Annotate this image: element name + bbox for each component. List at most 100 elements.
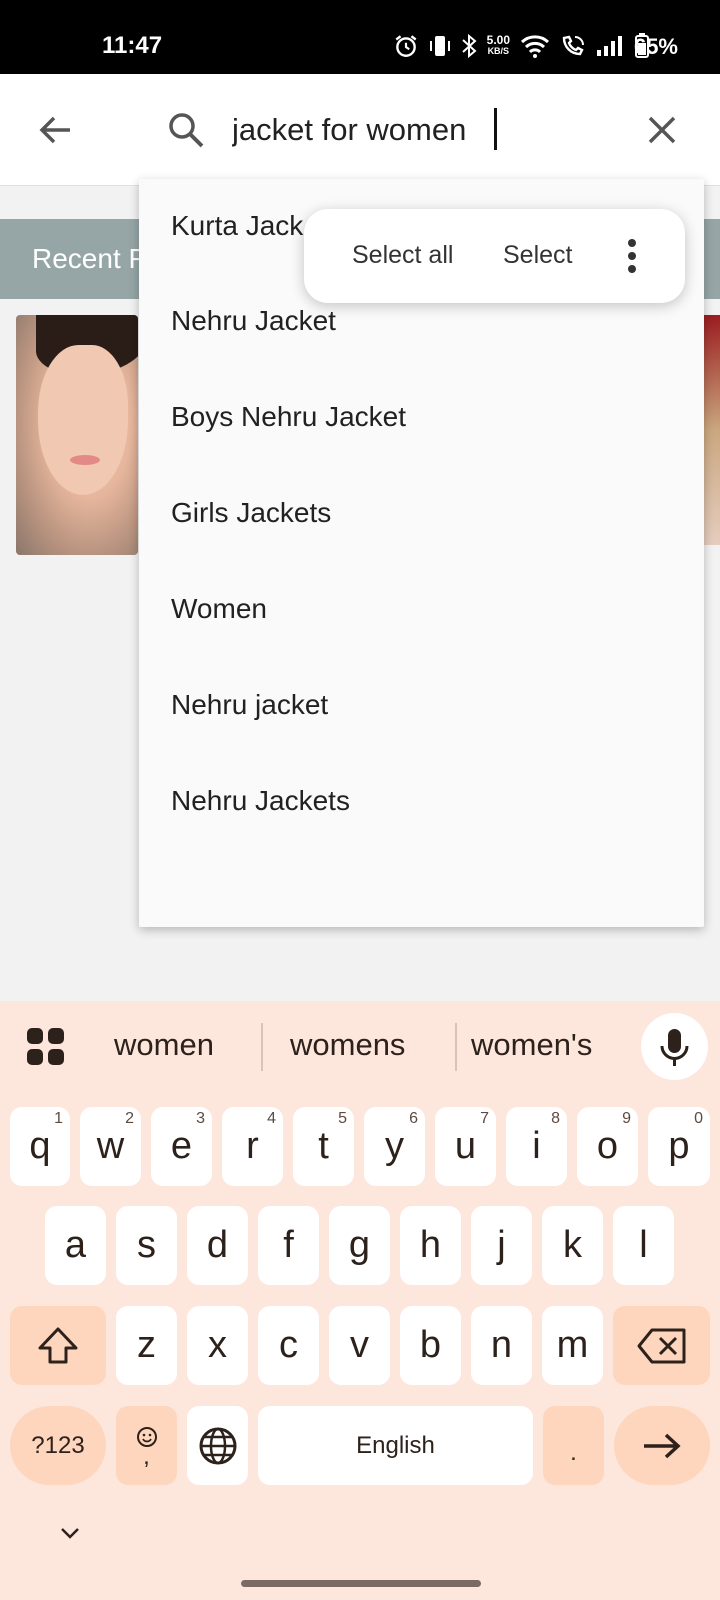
- select-button[interactable]: Select: [503, 241, 572, 270]
- space-key-label: English: [356, 1431, 435, 1459]
- keyboard-apps-icon[interactable]: [26, 1027, 66, 1067]
- status-time: 11:47: [102, 32, 163, 59]
- status-icons: 5.00 KB/S: [393, 33, 650, 59]
- shift-key[interactable]: [10, 1306, 106, 1385]
- symbols-key[interactable]: ?123: [10, 1406, 106, 1485]
- key-hint: 5: [338, 1110, 347, 1127]
- thumbnail-lips: [70, 455, 100, 465]
- key-label: o: [596, 1125, 619, 1167]
- key-label: i: [532, 1125, 541, 1167]
- backspace-key[interactable]: [613, 1306, 710, 1385]
- emoji-comma-key[interactable]: ,: [116, 1406, 177, 1485]
- recent-section-title: Recent F: [32, 243, 146, 274]
- key-i[interactable]: i8: [506, 1107, 567, 1186]
- key-g[interactable]: g: [329, 1206, 390, 1285]
- key-w[interactable]: w2: [80, 1107, 141, 1186]
- key-r[interactable]: r4: [222, 1107, 283, 1186]
- suggestion-item[interactable]: Nehru jacket: [171, 675, 328, 735]
- key-hint: 8: [551, 1110, 560, 1127]
- key-y[interactable]: y6: [364, 1107, 425, 1186]
- word-suggestion[interactable]: women: [114, 1027, 214, 1063]
- close-icon: [648, 116, 676, 144]
- key-u[interactable]: u7: [435, 1107, 496, 1186]
- bluetooth-icon: [461, 33, 477, 59]
- text-selection-toolbar: Select all Select: [304, 209, 685, 303]
- suggestion-item[interactable]: Nehru Jackets: [171, 771, 350, 831]
- voice-input-button[interactable]: [641, 1013, 708, 1080]
- battery-percent: 65%: [633, 34, 678, 59]
- back-button[interactable]: [34, 108, 78, 152]
- net-speed-value: 5.00: [486, 33, 510, 47]
- product-thumbnail[interactable]: [16, 315, 138, 555]
- text-cursor: [494, 108, 497, 150]
- key-hint: 4: [267, 1110, 276, 1127]
- search-bar: [0, 74, 720, 186]
- search-input[interactable]: [232, 104, 612, 156]
- net-speed: 5.00 KB/S: [486, 33, 510, 57]
- key-v[interactable]: v: [329, 1306, 390, 1385]
- key-label: r: [246, 1125, 259, 1167]
- suggestion-divider: [261, 1023, 263, 1071]
- suggestion-item[interactable]: Nehru Jacket: [171, 291, 336, 351]
- period-key[interactable]: .: [543, 1406, 604, 1485]
- key-d[interactable]: d: [187, 1206, 248, 1285]
- key-x[interactable]: x: [187, 1306, 248, 1385]
- key-f[interactable]: f: [258, 1206, 319, 1285]
- key-h[interactable]: h: [400, 1206, 461, 1285]
- key-label: t: [318, 1125, 329, 1167]
- key-n[interactable]: n: [471, 1306, 532, 1385]
- keyboard: women womens women's q1 w2 e3 r4 t5 y6 u…: [0, 1001, 720, 1600]
- word-suggestion[interactable]: womens: [290, 1027, 405, 1063]
- key-m[interactable]: m: [542, 1306, 603, 1385]
- arrow-right-icon: [644, 1433, 681, 1458]
- key-label: w: [96, 1125, 125, 1167]
- enter-key[interactable]: [614, 1406, 710, 1485]
- key-j[interactable]: j: [471, 1206, 532, 1285]
- key-a[interactable]: a: [45, 1206, 106, 1285]
- key-c[interactable]: c: [258, 1306, 319, 1385]
- wifi-icon: [520, 35, 550, 58]
- clear-search-button[interactable]: [642, 110, 682, 150]
- key-label: p: [668, 1125, 690, 1167]
- signal-icon: [597, 36, 622, 56]
- key-k[interactable]: k: [542, 1206, 603, 1285]
- alarm-icon: [395, 35, 417, 57]
- net-speed-unit: KB/S: [487, 46, 510, 56]
- comma-label: ,: [143, 1442, 150, 1470]
- key-b[interactable]: b: [400, 1306, 461, 1385]
- language-key[interactable]: [187, 1406, 248, 1485]
- suggestion-item[interactable]: Boys Nehru Jacket: [171, 387, 406, 447]
- key-hint: 2: [125, 1110, 134, 1127]
- period-label: .: [570, 1438, 577, 1466]
- key-hint: 3: [196, 1110, 205, 1127]
- word-suggestion[interactable]: women's: [471, 1027, 592, 1063]
- key-hint: 6: [409, 1110, 418, 1127]
- key-t[interactable]: t5: [293, 1107, 354, 1186]
- key-q[interactable]: q1: [10, 1107, 70, 1186]
- key-label: y: [385, 1125, 404, 1167]
- product-thumbnail-partial[interactable]: [704, 315, 720, 545]
- suggestion-item[interactable]: Kurta Jack: [171, 196, 303, 256]
- hide-keyboard-button[interactable]: [56, 1525, 84, 1543]
- key-hint: 7: [480, 1110, 489, 1127]
- key-label: e: [170, 1125, 193, 1167]
- key-l[interactable]: l: [613, 1206, 674, 1285]
- select-all-button[interactable]: Select all: [352, 241, 453, 270]
- key-o[interactable]: o9: [577, 1107, 638, 1186]
- suggestion-item[interactable]: Girls Jackets: [171, 483, 331, 543]
- shift-icon: [38, 1327, 78, 1363]
- suggestion-item[interactable]: Women: [171, 579, 267, 639]
- key-label: q: [29, 1125, 51, 1167]
- more-options-button[interactable]: [617, 231, 647, 281]
- key-hint: 9: [622, 1110, 631, 1127]
- key-hint: 0: [694, 1110, 703, 1127]
- vibrate-icon: [429, 36, 450, 56]
- backspace-icon: [637, 1328, 685, 1363]
- space-key[interactable]: English: [258, 1406, 533, 1485]
- key-e[interactable]: e3: [151, 1107, 212, 1186]
- key-p[interactable]: p0: [648, 1107, 710, 1186]
- key-hint: 1: [54, 1110, 63, 1127]
- key-z[interactable]: z: [116, 1306, 177, 1385]
- key-s[interactable]: s: [116, 1206, 177, 1285]
- home-indicator[interactable]: [241, 1580, 481, 1587]
